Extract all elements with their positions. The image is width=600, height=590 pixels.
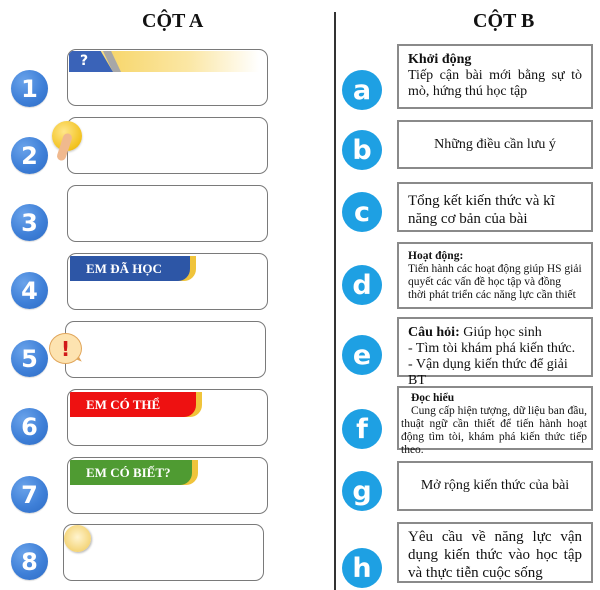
item-box-5 — [65, 321, 266, 378]
number-badge-2: 2 — [11, 137, 48, 174]
letter-badge-d: d — [342, 265, 382, 305]
description-box-b: Những điều cần lưu ý — [397, 120, 593, 169]
description-box-c: Tổng kết kiến thức và kĩ năng cơ bản của… — [397, 182, 593, 232]
column-a-title: CỘT A — [142, 10, 204, 32]
letter-badge-f: f — [342, 409, 382, 449]
description-text: Tiếp cận bài mới bằng sự tò mò, hứng thú… — [408, 68, 582, 99]
number-badge-7: 7 — [11, 476, 48, 513]
letter-badge-h: h — [342, 548, 382, 588]
description-text: Mở rộng kiến thức của bài — [420, 478, 570, 493]
description-heading: Câu hỏi: — [408, 325, 460, 340]
description-heading: Hoạt động: — [408, 250, 464, 262]
letter-badge-b: b — [342, 130, 382, 170]
column-divider — [334, 12, 336, 590]
description-text: Những điều cần lưu ý — [434, 136, 556, 152]
item-box-1: ? — [67, 49, 268, 106]
description-heading: Khởi động — [408, 52, 472, 67]
description-line-1: - Tìm tòi khám phá kiến thức. — [408, 341, 576, 356]
description-line-2: - Vận dụng kiến thức để giải BT — [408, 357, 568, 388]
column-b-title: CỘT B — [473, 10, 535, 32]
item-box-3 — [67, 185, 268, 242]
letter-badge-a: a — [342, 70, 382, 110]
description-box-e: Câu hỏi: Giúp học sinh - Tìm tòi khám ph… — [397, 317, 593, 388]
banner-em-co-biet: EM CÓ BIẾT? — [70, 460, 192, 485]
number-badge-1: 1 — [11, 70, 48, 107]
description-heading-suffix: Giúp học sinh — [459, 325, 542, 340]
description-text: Tiến hành các hoạt động giúp HS giải quy… — [408, 263, 582, 301]
description-box-a: Khởi động Tiếp cận bài mới bằng sự tò mò… — [397, 44, 593, 109]
letter-badge-g: g — [342, 471, 382, 511]
letter-badge-c: c — [342, 192, 382, 232]
item-box-2 — [67, 117, 268, 174]
number-badge-8: 8 — [11, 543, 48, 580]
description-box-g: Mở rộng kiến thức của bài — [397, 461, 593, 511]
item-box-7: EM CÓ BIẾT? — [67, 457, 268, 514]
description-text: Yêu cầu về năng lực vận dụng kiến thức v… — [408, 529, 582, 581]
letter-badge-e: e — [342, 335, 382, 375]
banner-em-da-hoc: EM ĐÃ HỌC — [70, 256, 190, 281]
description-box-f: Đọc hiểu Cung cấp hiện tượng, dữ liệu ba… — [397, 386, 593, 456]
number-badge-3: 3 — [11, 204, 48, 241]
banner-em-co-the: EM CÓ THỂ — [70, 392, 196, 417]
item-box-8 — [63, 524, 264, 581]
item-box-4: EM ĐÃ HỌC — [67, 253, 268, 310]
number-badge-4: 4 — [11, 272, 48, 309]
description-text: Cung cấp hiện tượng, dữ liệu ban đầu, th… — [401, 405, 587, 456]
description-box-h: Yêu cầu về năng lực vận dụng kiến thức v… — [397, 522, 593, 583]
description-text: Tổng kết kiến thức và kĩ năng cơ bản của… — [408, 193, 555, 227]
description-heading: Đọc hiểu — [411, 392, 455, 404]
number-badge-6: 6 — [11, 408, 48, 445]
hand-coin-icon — [64, 525, 91, 552]
exclamation-bubble-icon: ! — [49, 333, 82, 364]
item-box-6: EM CÓ THỂ — [67, 389, 268, 446]
description-box-d: Hoạt động: Tiến hành các hoạt động giúp … — [397, 242, 593, 309]
number-badge-5: 5 — [11, 340, 48, 377]
